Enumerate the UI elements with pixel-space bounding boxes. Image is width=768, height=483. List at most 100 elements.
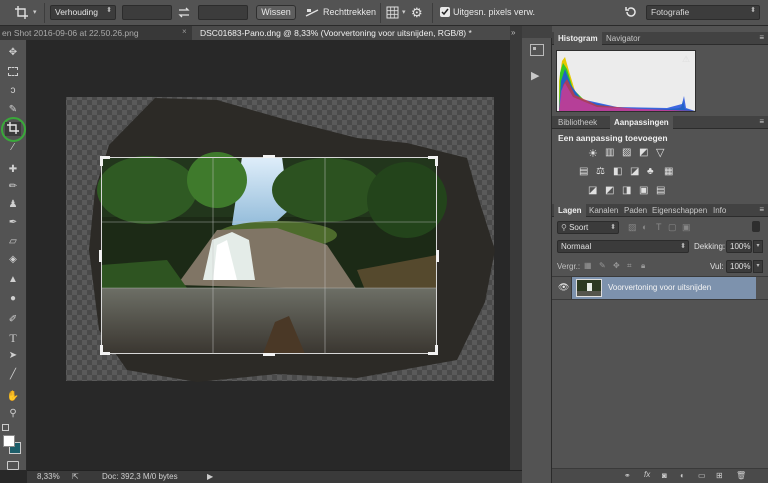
panel-menu-icon[interactable]: ≡ (759, 205, 764, 214)
color-balance-icon[interactable]: ◧ (613, 166, 622, 177)
hand-tool-icon[interactable]: ✋ (5, 390, 21, 404)
gradient-triangle-icon[interactable]: ▽ (656, 146, 664, 159)
status-menu-arrow-icon[interactable]: ▶ (207, 472, 213, 481)
filter-type-icon[interactable]: T (656, 222, 662, 232)
new-adjustment-layer-icon[interactable]: ◐ (680, 471, 685, 480)
delete-layer-icon[interactable]: 🗑︎ (736, 471, 746, 480)
canvas-area[interactable] (27, 40, 522, 470)
layer-name[interactable]: Voorvertoning voor uitsnijden (608, 283, 711, 292)
crop-tool-preset-icon[interactable] (14, 5, 30, 20)
collapse-panels-icon[interactable]: » (511, 28, 515, 37)
lasso-tool-icon[interactable]: ↄ (5, 84, 21, 98)
vibrance-icon[interactable]: ▤ (579, 166, 588, 177)
crop-tool-icon[interactable] (5, 122, 21, 136)
filter-shape-icon[interactable]: ▢ (668, 222, 677, 233)
new-group-icon[interactable]: ▭ (698, 471, 706, 480)
path-selection-tool-icon[interactable]: ➤ (5, 349, 21, 363)
layer-row[interactable]: 👁︎ Voorvertoning voor uitsnijden (552, 277, 768, 299)
filter-smart-object-icon[interactable]: ▣ (682, 222, 691, 233)
actions-panel-icon[interactable]: ▶ (531, 69, 539, 82)
panel-menu-icon[interactable]: ≡ (759, 117, 764, 126)
gradient-map-icon[interactable]: ▤ (656, 185, 665, 196)
dodge-tool-icon[interactable]: ● (5, 292, 21, 306)
height-field[interactable] (198, 5, 248, 20)
crop-settings-gear-icon[interactable]: ⚙ (411, 6, 423, 19)
pen-tool-icon[interactable]: ✐ (5, 313, 21, 327)
blur-tool-icon[interactable]: ▲ (5, 273, 21, 287)
black-white-icon[interactable]: ◪ (630, 166, 639, 177)
photo-filter-icon[interactable]: ♣ (647, 166, 654, 177)
hue-saturation-icon[interactable]: ⚖ (596, 166, 605, 177)
exposure-icon[interactable]: ◩ (639, 147, 648, 158)
invert-icon[interactable]: ◪ (588, 185, 597, 196)
marquee-tool-icon[interactable] (5, 65, 21, 79)
tab-adjustments[interactable]: Aanpassingen (610, 116, 673, 129)
posterize-icon[interactable]: ◩ (605, 185, 614, 196)
straighten-label[interactable]: Rechttrekken (323, 7, 376, 17)
panel-menu-icon[interactable]: ≡ (759, 33, 764, 42)
new-layer-icon[interactable]: ⊞ (716, 471, 723, 480)
quick-mask-icon[interactable] (7, 461, 19, 470)
clear-button[interactable]: Wissen (256, 5, 296, 20)
lock-transparent-icon[interactable]: ▦ (584, 261, 592, 270)
share-icon[interactable]: ⇱ (72, 472, 79, 481)
tab-screenshot[interactable]: en Shot 2016-09-06 at 22.50.26.png (0, 26, 182, 40)
history-panel-icon[interactable] (530, 44, 544, 56)
overlay-dropdown-arrow-icon[interactable]: ▾ (402, 8, 406, 16)
reset-icon[interactable] (624, 5, 638, 19)
threshold-icon[interactable]: ◨ (622, 185, 631, 196)
default-colors-icon[interactable] (2, 424, 9, 431)
lock-all-icon[interactable]: 🔒︎ (641, 261, 645, 271)
line-tool-icon[interactable]: ╱ (5, 368, 21, 382)
document-canvas[interactable] (27, 40, 522, 470)
type-tool-icon[interactable]: T (5, 331, 21, 345)
move-tool-icon[interactable]: ✥ (5, 46, 21, 60)
delete-cropped-checkbox[interactable] (440, 7, 450, 17)
lock-artboard-icon[interactable]: ⌗ (627, 261, 632, 271)
add-mask-icon[interactable]: ◙ (662, 471, 667, 480)
lock-position-icon[interactable]: ✥ (613, 261, 620, 270)
width-field[interactable] (122, 5, 172, 20)
tab-layers[interactable]: Lagen (554, 204, 586, 217)
warning-icon[interactable]: ⚠ (682, 54, 690, 65)
healing-brush-tool-icon[interactable]: ✚ (5, 163, 21, 177)
straighten-icon[interactable] (305, 7, 319, 19)
tab-info[interactable]: Info (713, 204, 726, 217)
filter-toggle-icon[interactable] (752, 221, 760, 232)
zoom-level[interactable]: 8,33% (37, 472, 60, 481)
opacity-field[interactable]: 100% (726, 240, 752, 253)
clone-stamp-tool-icon[interactable]: ♟ (5, 198, 21, 212)
quick-select-tool-icon[interactable]: ✎ (5, 103, 21, 117)
paint-bucket-tool-icon[interactable]: ◈ (5, 253, 21, 267)
zoom-tool-icon[interactable]: ⚲ (5, 407, 21, 421)
tab-close-icon[interactable]: × (182, 27, 187, 36)
brush-tool-icon[interactable]: ✏ (5, 180, 21, 194)
layer-visibility-eye-icon[interactable]: 👁︎ (558, 282, 569, 293)
blend-mode-select[interactable]: Normaal ⬍ (557, 240, 689, 253)
tab-histogram[interactable]: Histogram (554, 32, 602, 45)
fill-dropdown-icon[interactable]: ▾ (753, 260, 763, 273)
selective-color-icon[interactable]: ▣ (639, 185, 648, 196)
swap-dimensions-icon[interactable] (177, 6, 191, 19)
overlay-grid-icon[interactable] (386, 6, 399, 19)
color-lookup-icon[interactable]: ▦ (664, 166, 673, 177)
preset-dropdown-arrow-icon[interactable]: ▾ (33, 8, 37, 16)
levels-icon[interactable]: ▥ (605, 147, 614, 158)
foreground-color-swatch[interactable] (3, 435, 15, 447)
filter-adjustment-icon[interactable]: ◐ (642, 222, 647, 232)
tab-paths[interactable]: Paden (624, 204, 647, 217)
tab-navigator[interactable]: Navigator (606, 32, 640, 45)
tab-pano[interactable]: DSC01683-Pano.dng @ 8,33% (Voorvertoning… (192, 26, 510, 40)
layer-style-icon[interactable]: fx (644, 470, 650, 479)
brightness-contrast-icon[interactable]: ☀ (588, 147, 598, 160)
link-layers-icon[interactable]: ⚭ (624, 471, 631, 480)
eyedropper-tool-icon[interactable]: ⁄ (5, 141, 21, 155)
curves-icon[interactable]: ▨ (622, 147, 631, 158)
delete-cropped-label[interactable]: Uitgesn. pixels verw. (453, 7, 535, 17)
lock-pixels-icon[interactable]: ✎ (599, 261, 606, 270)
tab-properties[interactable]: Eigenschappen (652, 204, 707, 217)
tab-library[interactable]: Bibliotheek (558, 116, 597, 129)
fill-field[interactable]: 100% (726, 260, 752, 273)
layer-filter-select[interactable]: ⚲ Soort ⬍ (557, 221, 619, 234)
filter-image-icon[interactable]: ▨ (628, 222, 637, 233)
